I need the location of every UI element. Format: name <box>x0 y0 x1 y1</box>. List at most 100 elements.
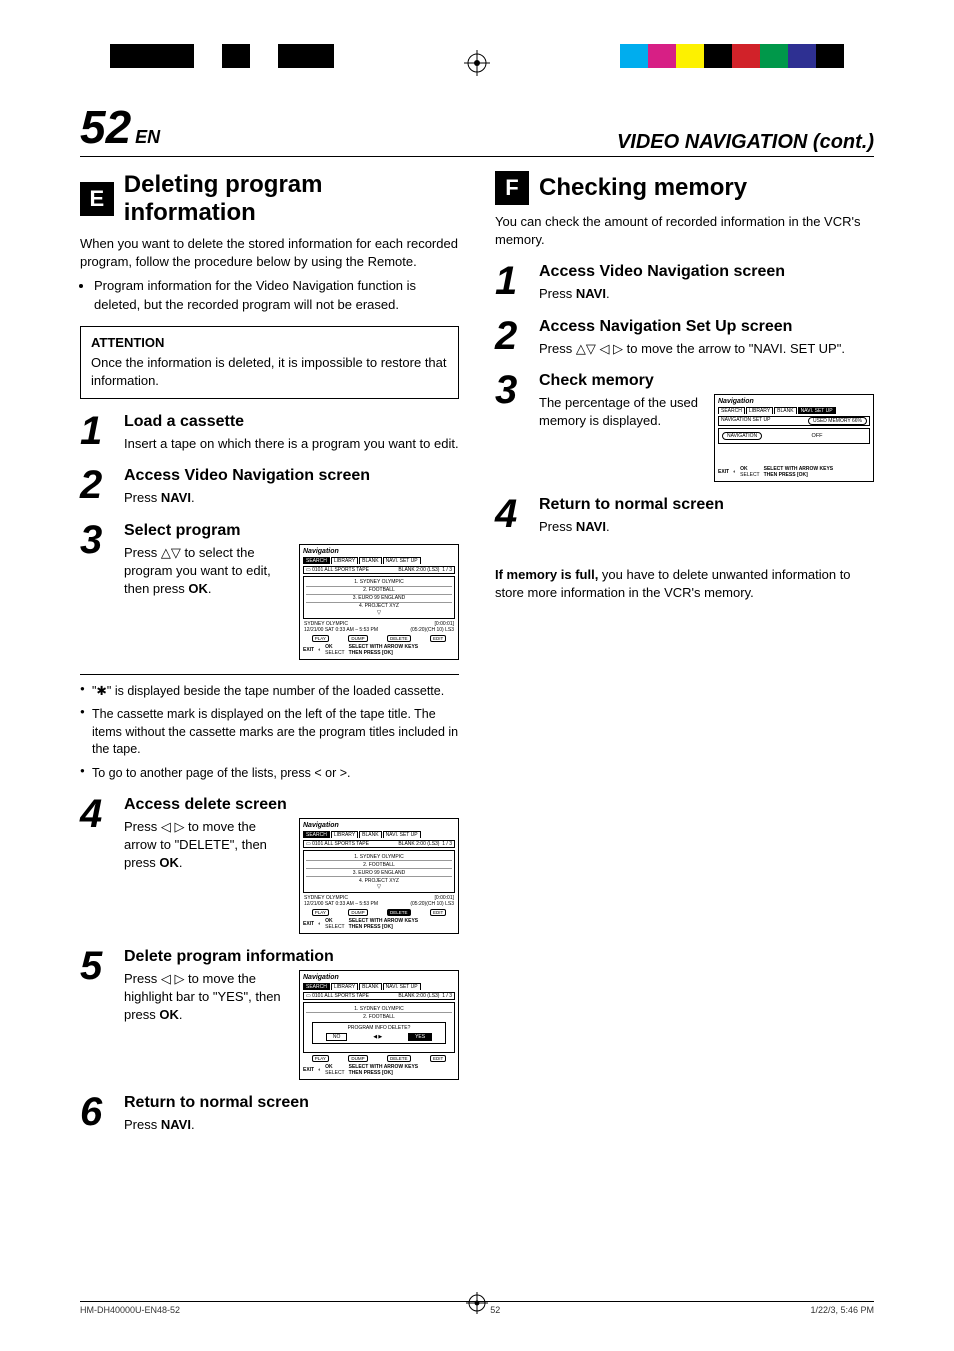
delete-question: PROGRAM INFO DELETE? <box>315 1025 443 1031</box>
t: 0101 ALL SPORTS TAPE <box>312 567 369 573</box>
step-body: The percentage of the used memory is dis… <box>539 394 702 482</box>
t: NAVI. SET UP <box>383 983 421 990</box>
page-header: 52EN VIDEO NAVIGATION (cont.) <box>80 100 874 157</box>
t: Press ◁ ▷ to move the highlight bar to "… <box>124 971 281 1022</box>
t: 0101 ALL SPORTS TAPE <box>312 993 369 999</box>
registration-target-icon <box>466 1292 488 1319</box>
list-item: 4. PROJECT XYZ <box>306 602 452 610</box>
t: SEARCH <box>303 983 330 990</box>
t: NAVI <box>161 1117 191 1132</box>
t: 1 / 3 <box>442 993 452 999</box>
step-body: Insert a tape on which there is a progra… <box>124 435 459 453</box>
section-title-e: Deleting program information <box>124 171 459 227</box>
nav-screen-delete-confirm: Navigation SEARCHLIBRARYBLANKNAVI. SET U… <box>299 970 459 1080</box>
step-number: 3 <box>80 522 110 660</box>
t: EDIT <box>430 909 446 916</box>
t: Press <box>539 286 576 301</box>
t: DUMP <box>348 1055 367 1062</box>
t: 1. SYDNEY OLYMPIC <box>306 853 452 860</box>
tab: NAVI. SET UP <box>383 557 421 564</box>
step-body: Press NAVI. <box>539 518 874 536</box>
list-item: 3. EURO 99 ENGLAND <box>306 594 452 602</box>
note-item: To go to another page of the lists, pres… <box>80 765 459 783</box>
bars-right <box>620 44 844 68</box>
t: NAVI. SET UP <box>798 407 836 414</box>
list-item: 1. SYDNEY OLYMPIC <box>306 579 452 586</box>
step-body: Press △▽ ◁ ▷ to move the arrow to "NAVI.… <box>539 340 874 358</box>
nav-screen-search: Navigation SEARCHLIBRARYBLANKNAVI. SET U… <box>299 544 459 660</box>
t: If memory is full, <box>495 567 598 582</box>
t: [0:00:01] (05:20)(CH 10) LS3 <box>410 621 454 633</box>
mini-btn: PLAY <box>312 635 329 642</box>
t: . <box>208 581 212 596</box>
step-body: Press NAVI. <box>539 285 874 303</box>
t: SYDNEY OLYMPIC 12/21/00 SAT 0:33 AM – 5:… <box>304 895 378 907</box>
attention-label: ATTENTION <box>91 335 448 350</box>
nav-screen-delete-sel: Navigation SEARCHLIBRARYBLANKNAVI. SET U… <box>299 818 459 934</box>
step-number: 1 <box>80 413 110 453</box>
tab: LIBRARY <box>331 557 358 564</box>
t: PLAY <box>312 1055 329 1062</box>
t: BLANK <box>359 983 381 990</box>
section-title-f: Checking memory <box>539 174 747 202</box>
step-head: Access Navigation Set Up screen <box>539 318 874 336</box>
chapter-title: VIDEO NAVIGATION (cont.) <box>617 131 874 154</box>
no-btn: NO <box>326 1033 348 1041</box>
notes: "✱" is displayed beside the tape number … <box>80 683 459 783</box>
t: 1 / 3 <box>442 841 452 847</box>
mini-btn: DUMP <box>348 635 367 642</box>
footer-center: 52 <box>490 1305 500 1315</box>
t: . <box>191 490 195 505</box>
page-number-value: 52 <box>80 101 131 153</box>
step-body: Press ◁ ▷ to move the arrow to "DELETE",… <box>124 818 287 934</box>
t: EXIT <box>303 921 314 927</box>
t: Press <box>124 490 161 505</box>
t: Press ◁ ▷ to move the arrow to "DELETE",… <box>124 819 267 870</box>
intro-f: You can check the amount of recorded inf… <box>495 213 874 249</box>
step-number: 4 <box>80 796 110 934</box>
t: NAVIGATION SET UP <box>721 417 770 425</box>
t: THEN PRESS [OK] <box>764 472 808 478</box>
step-head: Return to normal screen <box>124 1094 459 1112</box>
t: NAVI <box>576 519 606 534</box>
nav-title: Navigation <box>303 548 455 555</box>
intro-bullet-e: Program information for the Video Naviga… <box>94 277 459 313</box>
intro-e: When you want to delete the stored infor… <box>80 235 459 271</box>
step-head: Check memory <box>539 372 874 390</box>
t: 2. FOOTBALL <box>306 1012 452 1020</box>
t: THEN PRESS [OK] <box>349 1070 393 1076</box>
list-item: 2. FOOTBALL <box>306 586 452 594</box>
note-item: "✱" is displayed beside the tape number … <box>80 683 459 701</box>
nav-screen-setup: Navigation SEARCHLIBRARYBLANKNAVI. SET U… <box>714 394 874 482</box>
step-number: 1 <box>495 263 525 303</box>
footer-right: 1/22/3, 5:46 PM <box>810 1305 874 1315</box>
step-head: Load a cassette <box>124 413 459 431</box>
t: 2. FOOTBALL <box>306 860 452 868</box>
t: LIBRARY <box>331 983 358 990</box>
used-memory: USED MEMORY 66% <box>808 417 867 425</box>
t: DELETE <box>387 909 411 916</box>
t: 4. PROJECT XYZ <box>306 876 452 884</box>
t: NAVI <box>161 490 191 505</box>
note-item: The cassette mark is displayed on the le… <box>80 706 459 759</box>
t: . <box>179 855 183 870</box>
step-body: Press NAVI. <box>124 1116 459 1134</box>
memory-full-note: If memory is full, you have to delete un… <box>495 566 874 602</box>
registration-target-icon <box>464 50 490 76</box>
t: BLANK 2:00 (LS3) <box>398 993 439 999</box>
mini-btn: DELETE <box>387 635 411 642</box>
attention-box: ATTENTION Once the information is delete… <box>80 326 459 399</box>
t: SEARCH <box>303 831 330 838</box>
step-number: 2 <box>80 467 110 507</box>
t: PLAY <box>312 909 329 916</box>
yes-btn: YES <box>408 1033 432 1041</box>
step-number: 6 <box>80 1094 110 1134</box>
footer-left: HM-DH40000U-EN48-52 <box>80 1305 180 1315</box>
t: BLANK 2:00 (LS3) <box>398 567 439 573</box>
t: SELECT <box>325 650 344 656</box>
t: SYDNEY OLYMPIC 12/21/00 SAT 0:33 AM – 5:… <box>304 621 378 633</box>
step-head: Access Video Navigation screen <box>124 467 459 485</box>
attention-body: Once the information is deleted, it is i… <box>91 354 448 390</box>
t: SELECT <box>325 924 344 930</box>
section-letter-f: F <box>495 171 529 205</box>
